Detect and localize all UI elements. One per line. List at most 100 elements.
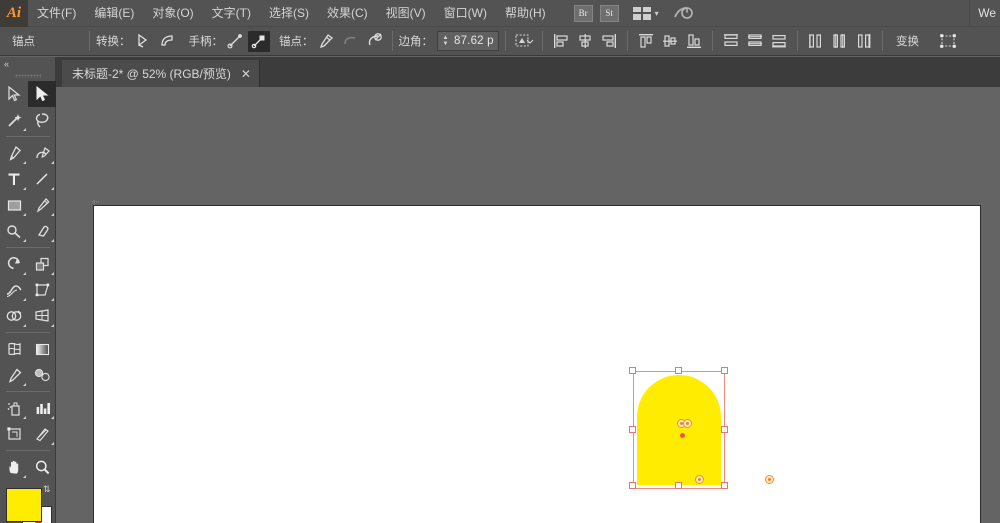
- close-icon[interactable]: ✕: [241, 68, 251, 80]
- align-top-icon[interactable]: [635, 31, 657, 52]
- tool-eraser[interactable]: [28, 218, 56, 244]
- corner-radius-widget-bottom-right[interactable]: [765, 475, 774, 484]
- menu-select[interactable]: 选择(S): [260, 0, 318, 27]
- tool-group-indicator-icon: [51, 272, 54, 275]
- align-horizontal-center-icon[interactable]: [574, 31, 596, 52]
- tool-shaper[interactable]: [0, 218, 28, 244]
- align-right-icon[interactable]: [598, 31, 620, 52]
- panel-drag-handle[interactable]: [0, 70, 55, 81]
- tool-shape-builder[interactable]: [0, 303, 28, 329]
- tool-artboard[interactable]: [0, 421, 28, 447]
- resize-handle-bottom-left[interactable]: [629, 482, 636, 489]
- distribute-top-icon[interactable]: [720, 31, 742, 52]
- tool-group-indicator-icon: [23, 475, 26, 478]
- stock-search-icon[interactable]: [673, 4, 693, 22]
- corner-radius-input[interactable]: ▲ ▼ 87.62 p: [437, 31, 499, 51]
- extend-handles-icon[interactable]: [224, 31, 246, 52]
- resize-handle-top-center[interactable]: [675, 367, 682, 374]
- tool-slice[interactable]: [28, 421, 56, 447]
- menu-effect[interactable]: 效果(C): [318, 0, 377, 27]
- tool-scale[interactable]: [28, 251, 56, 277]
- menu-help[interactable]: 帮助(H): [496, 0, 555, 27]
- align-bottom-icon[interactable]: [683, 31, 705, 52]
- collapse-panel-button[interactable]: «: [0, 57, 55, 70]
- swap-fill-stroke-icon[interactable]: ⇅: [43, 485, 54, 496]
- shape-options-icon[interactable]: [937, 31, 959, 52]
- stock-button[interactable]: St: [599, 4, 619, 22]
- tool-lasso[interactable]: [28, 107, 56, 133]
- distribute-vertical-center-icon[interactable]: [744, 31, 766, 52]
- resize-handle-middle-left[interactable]: [629, 426, 636, 433]
- menu-object[interactable]: 对象(O): [143, 0, 202, 27]
- resize-handle-top-left[interactable]: [629, 367, 636, 374]
- isolate-selected-object-icon[interactable]: [513, 31, 535, 52]
- align-vertical-center-icon[interactable]: [659, 31, 681, 52]
- corner-radius-widget-bottom-left[interactable]: [695, 475, 704, 484]
- cut-path-icon[interactable]: [363, 31, 385, 52]
- transform-button[interactable]: 变换: [889, 30, 926, 52]
- distribute-horizontal-center-icon[interactable]: [829, 31, 851, 52]
- tool-symbol-sprayer[interactable]: [0, 395, 28, 421]
- distribute-left-icon[interactable]: [805, 31, 827, 52]
- tool-curvature[interactable]: [28, 140, 56, 166]
- resize-handle-bottom-center[interactable]: [675, 482, 682, 489]
- tool-perspective-grid[interactable]: [28, 303, 56, 329]
- menu-view[interactable]: 视图(V): [377, 0, 435, 27]
- tool-type[interactable]: [0, 166, 28, 192]
- resize-handle-bottom-right[interactable]: [721, 482, 728, 489]
- retract-handles-icon[interactable]: [248, 30, 270, 52]
- tool-pen[interactable]: [0, 140, 28, 166]
- arrange-documents-button[interactable]: ▾: [632, 6, 659, 20]
- tool-hand[interactable]: [0, 454, 28, 480]
- divider: [0, 133, 56, 140]
- tool-group-indicator-icon: [51, 416, 54, 419]
- bridge-button[interactable]: Br: [573, 4, 593, 22]
- menu-type[interactable]: 文字(T): [203, 0, 260, 27]
- convert-to-corner-icon[interactable]: [132, 31, 154, 52]
- tool-paintbrush[interactable]: [28, 192, 56, 218]
- workspace-switcher[interactable]: We: [969, 0, 1000, 27]
- tool-zoom[interactable]: [28, 454, 56, 480]
- tool-line-segment[interactable]: [28, 166, 56, 192]
- tool-width[interactable]: [0, 277, 28, 303]
- tool-column-graph[interactable]: [28, 395, 56, 421]
- connect-anchor-icon[interactable]: [339, 31, 361, 52]
- tool-magic-wand[interactable]: [0, 107, 28, 133]
- resize-handle-middle-right[interactable]: [721, 426, 728, 433]
- remove-anchor-icon[interactable]: [315, 31, 337, 52]
- anchor-point-center[interactable]: [680, 433, 685, 438]
- tool-rectangle[interactable]: [0, 192, 28, 218]
- corner-radius-widget-top-right[interactable]: [683, 419, 692, 428]
- align-left-icon[interactable]: [550, 31, 572, 52]
- artboard[interactable]: [93, 205, 981, 523]
- canvas-area[interactable]: [56, 87, 1000, 523]
- divider: [0, 244, 56, 251]
- menu-edit[interactable]: 编辑(E): [85, 0, 143, 27]
- divider: [882, 31, 883, 51]
- document-tab-title: 未标题-2* @ 52% (RGB/预览): [72, 67, 231, 81]
- tool-mesh[interactable]: [0, 336, 28, 362]
- fill-stroke-proxy[interactable]: ⇅: [0, 484, 56, 523]
- distribute-bottom-icon[interactable]: [768, 31, 790, 52]
- selected-object[interactable]: [629, 367, 774, 489]
- menu-file[interactable]: 文件(F): [28, 0, 85, 27]
- tool-rotate[interactable]: [0, 251, 28, 277]
- tool-blend[interactable]: [28, 362, 56, 388]
- tool-free-transform[interactable]: [28, 277, 56, 303]
- distribute-right-icon[interactable]: [853, 31, 875, 52]
- document-tab[interactable]: 未标题-2* @ 52% (RGB/预览) ✕: [62, 60, 260, 87]
- divider: [505, 31, 506, 51]
- tool-group-indicator-icon: [23, 239, 26, 242]
- convert-to-smooth-icon[interactable]: [156, 31, 178, 52]
- resize-handle-top-right[interactable]: [721, 367, 728, 374]
- fill-swatch[interactable]: [6, 488, 42, 522]
- tool-gradient[interactable]: [28, 336, 56, 362]
- tool-selection[interactable]: [0, 81, 28, 107]
- menu-window[interactable]: 窗口(W): [435, 0, 496, 27]
- tool-group-indicator-icon: [23, 187, 26, 190]
- stepper-arrows-icon[interactable]: ▲ ▼: [440, 32, 451, 50]
- tool-eyedropper[interactable]: [0, 362, 28, 388]
- tool-direct-selection[interactable]: [28, 81, 56, 107]
- divider: [0, 329, 56, 336]
- anchor-label: 锚点：: [279, 36, 314, 48]
